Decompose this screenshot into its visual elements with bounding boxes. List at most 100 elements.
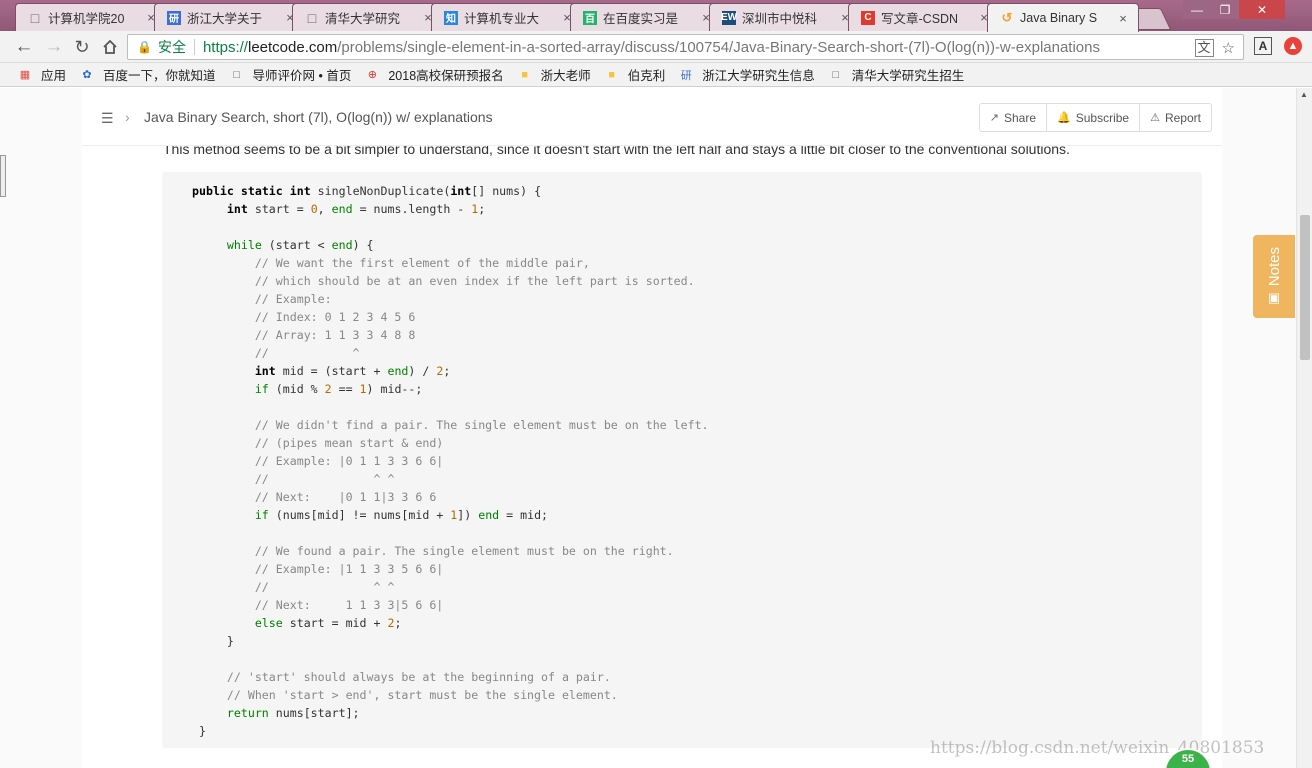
- watermark: https://blog.csdn.net/weixin_40801853: [930, 738, 1265, 758]
- left-edge-handle: [0, 155, 6, 197]
- tab-title: 计算机专业大: [464, 12, 540, 26]
- zhi-icon: 知: [444, 10, 458, 25]
- bookmark-item[interactable]: ⊕ 2018高校保研预报名: [365, 65, 504, 84]
- ew-icon: EW: [720, 10, 738, 25]
- code-line: // Example: |1 1 3 3 5 6 6|: [254, 562, 444, 576]
- code-line: if (nums[mid] != nums[mid + 1]) end = mi…: [254, 508, 549, 522]
- browser-tab[interactable]: □ 清华大学研究 ×: [292, 3, 444, 31]
- browser-tab[interactable]: EW 深圳市中悦科 ×: [709, 3, 861, 31]
- bookmark-label: 清华大学研究生招生: [851, 69, 965, 83]
- browser-tab[interactable]: 研浙江大学关于 ×: [154, 3, 306, 31]
- bell-icon: 🔔: [1057, 112, 1071, 124]
- doc-icon: □: [30, 9, 40, 26]
- subscribe-button[interactable]: 🔔 Subscribe: [1047, 104, 1141, 131]
- code-line: // ^: [254, 346, 360, 360]
- home-button[interactable]: [98, 35, 122, 59]
- url-path: /problems/single-element-in-a-sorted-arr…: [337, 38, 1100, 56]
- code-line: // ^ ^: [254, 580, 395, 594]
- bookmarks-bar: ▦ 应用 ✿ 百度一下，你就知道 □ 导师评价网 • 首页 ⊕ 2018高校保研预报名 ■ 浙大老…: [0, 63, 1312, 87]
- code-line: // 'start' should always be at the begin…: [226, 670, 611, 684]
- code-line: // Index: 0 1 2 3 4 5 6: [254, 310, 416, 324]
- tab-title: 浙江大学关于: [187, 12, 263, 26]
- code-line: public static int singleNonDuplicate(int…: [192, 184, 542, 198]
- baidu-paw-icon: ✿: [82, 69, 92, 81]
- code-line: int mid = (start + end) / 2;: [254, 364, 451, 378]
- code-line: }: [192, 634, 234, 648]
- translate-icon[interactable]: 文: [1194, 39, 1214, 57]
- doc-icon: □: [832, 68, 840, 81]
- bookmark-item[interactable]: ✿ 百度一下，你就知道: [80, 65, 216, 84]
- leetcode-icon: ↺: [1001, 10, 1013, 25]
- maximize-button[interactable]: ❐: [1211, 0, 1239, 19]
- extension-a-icon[interactable]: A: [1254, 37, 1272, 55]
- code-line: while (start < end) {: [226, 238, 374, 252]
- share-button[interactable]: ↗ Share: [980, 104, 1048, 131]
- bookmark-label: 导师评价网 • 首页: [252, 69, 352, 83]
- extension-upload-icon[interactable]: ▲: [1284, 37, 1302, 55]
- page-content: ☰ › Java Binary Search, short (7l), O(lo…: [0, 88, 1296, 768]
- bookmark-item[interactable]: ■ 浙大老师: [518, 65, 591, 84]
- menu-list-icon[interactable]: ☰: [101, 110, 114, 127]
- minimize-button[interactable]: —: [1183, 0, 1211, 19]
- bookmark-label: 浙大老师: [540, 69, 591, 83]
- share-label: Share: [1003, 110, 1037, 125]
- forward-button[interactable]: →: [42, 35, 66, 59]
- browser-tab[interactable]: □ 计算机学院20 ×: [15, 3, 167, 31]
- bookmark-item[interactable]: ▦ 应用: [18, 65, 66, 84]
- code-line: if (mid % 2 == 1) mid--;: [254, 382, 423, 396]
- browser-tab[interactable]: C 写文章-CSDN ×: [848, 3, 1000, 31]
- folder-icon: ■: [608, 68, 616, 81]
- maximize-icon: ❐: [1219, 2, 1231, 17]
- target-icon: ⊕: [367, 69, 377, 81]
- vertical-scrollbar[interactable]: ▲: [1296, 88, 1312, 768]
- report-label: Report: [1164, 110, 1201, 125]
- browser-toolbar: ← → ↻ 🔒 安全 https://leetcode.com/problems…: [0, 31, 1312, 63]
- code-line: int start = 0, end = nums.length - 1;: [226, 202, 486, 216]
- bookmark-star-icon[interactable]: ☆: [1222, 39, 1235, 57]
- scrollbar-thumb[interactable]: [1300, 215, 1310, 360]
- tab-title: 写文章-CSDN: [881, 12, 959, 26]
- bookmark-label: 浙江大学研究生信息: [702, 69, 815, 83]
- separator: [193, 39, 195, 55]
- reload-icon: ↻: [74, 36, 90, 57]
- bookmark-label: 百度一下，你就知道: [103, 69, 216, 83]
- bookmark-item[interactable]: □ 清华大学研究生招生: [829, 65, 965, 84]
- scroll-up-icon[interactable]: ▲: [1300, 90, 1308, 99]
- tab-title: 计算机学院20: [48, 12, 125, 26]
- code-line: // We want the first element of the midd…: [254, 256, 590, 270]
- lock-icon: 🔒: [137, 40, 152, 54]
- bai-icon: 百: [583, 10, 597, 25]
- url-scheme: https://: [202, 38, 248, 56]
- code-line: // Example: |0 1 1 3 3 6 6|: [254, 454, 444, 468]
- home-icon: [103, 39, 117, 54]
- share-icon: ↗: [989, 112, 999, 124]
- browser-tab[interactable]: 知计算机专业大 ×: [431, 3, 583, 31]
- close-window-button[interactable]: ✕: [1239, 0, 1285, 19]
- reload-button[interactable]: ↻: [70, 35, 94, 59]
- tab-close-icon[interactable]: ×: [1116, 11, 1130, 26]
- folder-icon: ■: [521, 68, 528, 81]
- secure-label: 安全: [157, 39, 186, 55]
- bookmark-item[interactable]: □ 导师评价网 • 首页: [230, 65, 352, 84]
- browser-tab[interactable]: ↺ Java Binary S ×: [987, 3, 1139, 32]
- bookmark-label: 2018高校保研预报名: [388, 69, 504, 83]
- code-line: // Array: 1 1 3 3 4 8 8: [254, 328, 416, 342]
- code-line: // Next: 1 1 3 3|5 6 6|: [254, 598, 444, 612]
- address-bar[interactable]: 🔒 安全 https://leetcode.com/problems/singl…: [127, 34, 1244, 60]
- back-button[interactable]: ←: [12, 35, 36, 59]
- notes-tab[interactable]: Notes ▣: [1253, 235, 1295, 318]
- topic-title: Java Binary Search, short (7l), O(log(n)…: [144, 109, 493, 125]
- code-line: // Next: |0 1 1|3 3 6 6: [254, 490, 437, 504]
- bookmark-item[interactable]: ■ 伯克利: [605, 65, 665, 84]
- code-line: // We didn't find a pair. The single ele…: [254, 418, 709, 432]
- code-line: return nums[start];: [226, 706, 360, 720]
- bookmark-item[interactable]: 研浙江大学研究生信息: [679, 65, 815, 84]
- bookmark-label: 应用: [41, 69, 67, 83]
- report-button[interactable]: ⚠ Report: [1140, 104, 1211, 131]
- code-line: // (pipes mean start & end): [254, 436, 444, 450]
- browser-tab[interactable]: 百在百度实习是 ×: [570, 3, 722, 31]
- note-icon: ▣: [1267, 290, 1281, 306]
- forward-arrow-icon: →: [44, 36, 64, 57]
- minimize-icon: —: [1191, 2, 1203, 17]
